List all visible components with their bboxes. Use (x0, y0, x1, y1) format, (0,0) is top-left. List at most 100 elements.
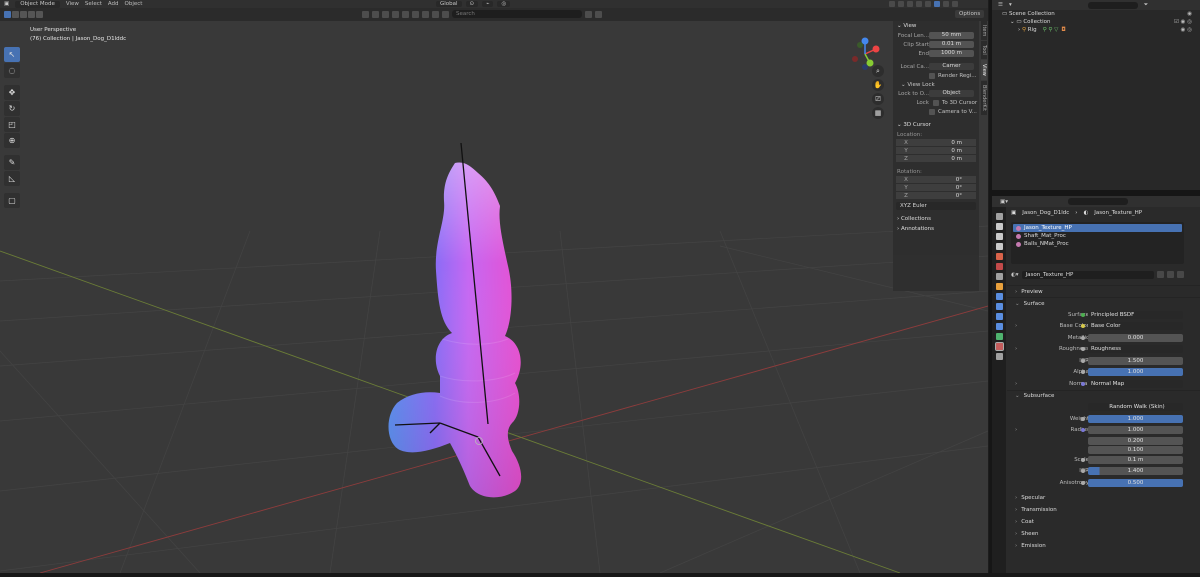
collection-row[interactable]: ⌄ ▭ Collection ☑ ◉ ◎ (992, 18, 1200, 26)
gizmo-icon[interactable] (898, 1, 904, 7)
3d-viewport[interactable]: User Perspective (76) Collection | Jason… (0, 21, 988, 573)
transmission-section[interactable]: › Transmission (1007, 504, 1200, 516)
clip-start-field[interactable]: 0.01 m (929, 41, 974, 48)
rotation-mode-dropdown[interactable]: XYZ Euler (896, 202, 976, 210)
cursor-tool-icon[interactable]: ◌ (4, 63, 20, 78)
3d-cursor-panel-header[interactable]: ⌄ 3D Cursor (893, 120, 979, 130)
annotate-tool-icon[interactable]: ✎ (4, 155, 20, 170)
filter-icon-5[interactable] (402, 10, 409, 18)
editor-type-icon[interactable]: ▣ (4, 1, 9, 7)
menu-view[interactable]: View (66, 1, 79, 7)
filter-icon-7[interactable] (422, 10, 429, 18)
focal-length-field[interactable]: 50 mm (929, 32, 974, 39)
sss-radius-x-field[interactable]: 1.000 (1088, 426, 1183, 435)
render-region-checkbox[interactable] (929, 72, 935, 79)
select-extend-icon[interactable] (12, 11, 19, 18)
rig-visibility-icon[interactable]: ◉ ◎ (1181, 27, 1192, 33)
add-cube-tool-icon[interactable]: ▢ (4, 193, 20, 208)
subsurface-method-dropdown[interactable]: Random Walk (Skin) (1088, 403, 1183, 412)
view-lock-header[interactable]: ⌄ View Lock (893, 80, 979, 89)
modifier-tab-icon[interactable] (995, 293, 1003, 300)
normal-field[interactable]: Normal Map (1088, 379, 1183, 388)
visibility-icon[interactable] (889, 1, 895, 7)
material-browse-icon[interactable]: ◐▾ (1011, 272, 1019, 278)
preview-section[interactable]: › Preview (1007, 285, 1200, 297)
filter-icon-4[interactable] (392, 10, 399, 18)
outliner-search-input[interactable] (1087, 1, 1138, 9)
filter-icon-1[interactable] (362, 10, 369, 18)
emission-section[interactable]: › Emission (1007, 540, 1200, 552)
mode-dropdown[interactable]: Object Mode (15, 0, 60, 8)
select-intersect-icon[interactable] (36, 11, 43, 18)
filter-icon-2[interactable] (372, 10, 379, 18)
tab-view[interactable]: View (981, 60, 987, 80)
sss-radius-y-field[interactable]: 0.200 (1088, 436, 1183, 445)
cursor-rotation-z[interactable]: Z 0° (896, 192, 976, 200)
menu-select[interactable]: Select (85, 1, 102, 7)
cursor-location-y[interactable]: Y0 m (896, 147, 976, 155)
menu-add[interactable]: Add (108, 1, 119, 7)
display-mode-icon[interactable]: ▾ (1009, 2, 1012, 8)
cursor-rotation-x[interactable]: X 0° (896, 176, 976, 184)
base-color-field[interactable]: Base Color (1088, 322, 1183, 331)
scene-visibility-icon[interactable]: ◉ (1187, 11, 1192, 17)
collection-tab-icon[interactable] (995, 273, 1003, 280)
metallic-field[interactable]: 0.000 (1088, 333, 1183, 342)
proportional-edit-icon[interactable]: ◎ (497, 1, 511, 7)
options-dropdown[interactable]: Options (955, 10, 985, 18)
unlink-material-icon[interactable] (1177, 271, 1184, 278)
overlay-icon[interactable] (907, 1, 913, 7)
object-tab-icon[interactable] (995, 283, 1003, 290)
rendered-shading-icon[interactable] (952, 1, 958, 7)
select-subtract-icon[interactable] (20, 11, 27, 18)
collections-panel-header[interactable]: › Collections (893, 214, 979, 224)
material-shading-icon[interactable] (943, 1, 949, 7)
rig-row[interactable]: › ⚲ Rig ⚲ ⚲ ▽ ◘ ◉ ◎ (992, 26, 1200, 34)
sss-weight-field[interactable]: 1.000 (1088, 414, 1183, 423)
specular-section[interactable]: › Specular (1007, 492, 1200, 504)
output-tab-icon[interactable] (995, 233, 1003, 240)
surface-section[interactable]: ⌄ Surface (1007, 297, 1200, 309)
orientation-dropdown[interactable]: Global (436, 1, 462, 7)
view-panel-header[interactable]: ⌄ View (893, 21, 979, 31)
material-slot[interactable]: Balls_NMat_Proc (1013, 240, 1182, 248)
ior-field[interactable]: 1.500 (1088, 356, 1183, 365)
lock-to-object-field[interactable]: Object (929, 90, 974, 97)
constraints-tab-icon[interactable] (995, 323, 1003, 330)
select-invert-icon[interactable] (28, 11, 35, 18)
xray-icon[interactable] (916, 1, 922, 7)
outliner-filter-icon[interactable]: ⏷ (1144, 2, 1148, 9)
cursor-location-x[interactable]: X0 m (896, 139, 976, 147)
material-tab-icon[interactable] (994, 342, 1004, 351)
transform-tool-icon[interactable]: ⊕ (4, 133, 20, 148)
solid-shading-icon[interactable] (934, 1, 940, 7)
surface-shader-field[interactable]: Principled BSDF (1088, 310, 1183, 319)
tab-tool[interactable]: Tool (981, 41, 987, 60)
rotate-tool-icon[interactable]: ↻ (4, 101, 20, 116)
tool-tab-icon[interactable] (995, 213, 1003, 220)
mesh-object[interactable] (388, 142, 522, 498)
world-tab-icon[interactable] (995, 263, 1003, 270)
collection-visibility-icon[interactable]: ☑ ◉ ◎ (1174, 19, 1192, 25)
sss-radius-z-field[interactable]: 0.100 (1088, 445, 1183, 454)
outliner-editor-icon[interactable]: ☰ (998, 2, 1003, 8)
zoom-icon[interactable]: ⌕ (872, 65, 884, 77)
sss-anisotropy-field[interactable]: 0.500 (1088, 478, 1183, 487)
view-layer-tab-icon[interactable] (995, 243, 1003, 250)
material-slot[interactable]: Jason_Texture_HP (1013, 224, 1182, 232)
filter-icon-10[interactable] (585, 10, 592, 18)
clip-end-field[interactable]: 1000 m (929, 50, 974, 57)
alpha-field[interactable]: 1.000 (1088, 368, 1183, 377)
cursor-rotation-y[interactable]: Y 0° (896, 184, 976, 192)
wireframe-shading-icon[interactable] (925, 1, 931, 7)
local-camera-field[interactable]: Camer (929, 63, 974, 70)
coat-section[interactable]: › Coat (1007, 516, 1200, 528)
sheen-section[interactable]: › Sheen (1007, 528, 1200, 540)
snap-icon[interactable]: ⌁ (482, 1, 494, 7)
perspective-toggle-icon[interactable]: ▦ (872, 107, 884, 119)
select-new-icon[interactable] (4, 11, 11, 18)
material-name-field[interactable]: Jason_Texture_HP (1021, 270, 1154, 279)
select-tool-icon[interactable]: ↖ (4, 47, 20, 62)
render-tab-icon[interactable] (995, 223, 1003, 230)
physics-tab-icon[interactable] (995, 313, 1003, 320)
